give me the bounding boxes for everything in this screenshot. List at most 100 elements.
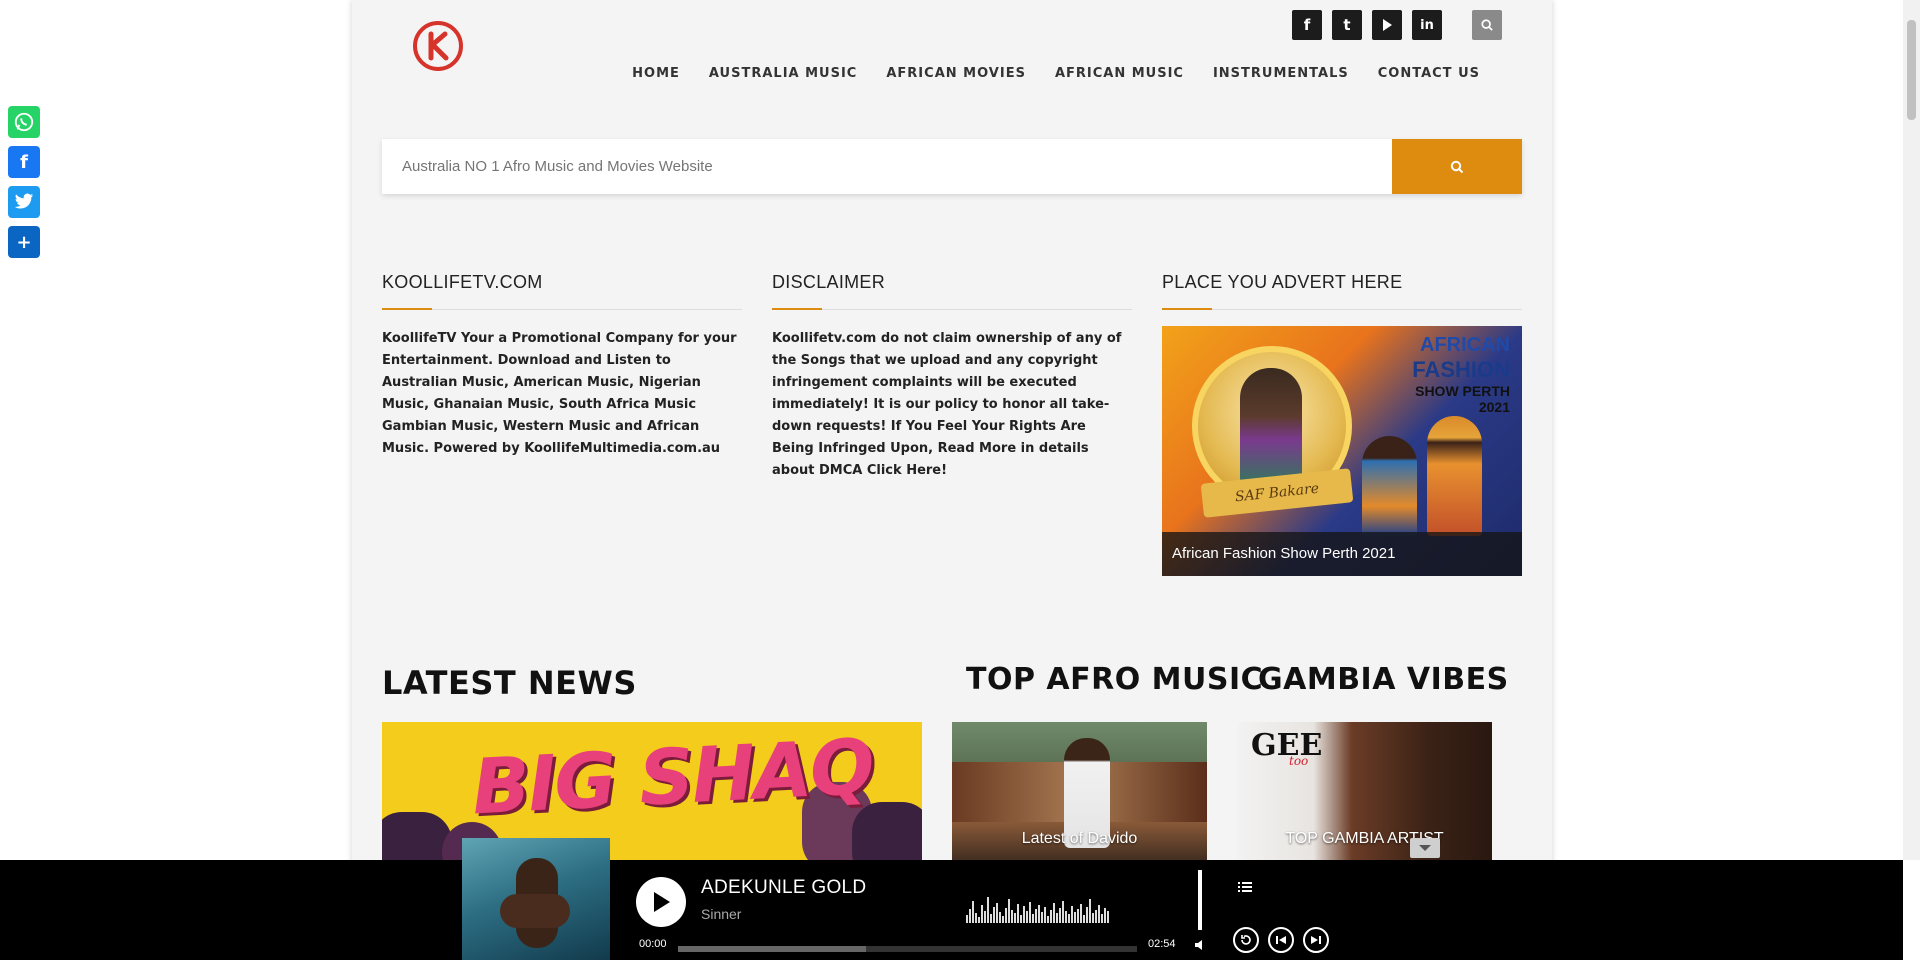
waveform-bar [1026,911,1028,923]
waveform-bar [1101,914,1103,923]
disclaimer-widget-title: DISCLAIMER [772,272,886,292]
waveform-bar [1095,910,1097,923]
next-button[interactable] [1303,927,1329,953]
waveform-bar [1089,899,1091,923]
waveform-bar [1038,905,1040,923]
waveform-bar [1011,910,1013,923]
advert-image[interactable]: SAF Bakare AFRICAN FASHION SHOW PERTH 20… [1162,326,1522,576]
gambia-card-label[interactable]: TOP GAMBIA ARTIST [1237,830,1492,848]
album-cover [462,838,610,960]
header-search-icon[interactable] [1472,10,1502,40]
waveform-bar [990,914,992,923]
ad-title: AFRICAN FASHION SHOW PERTH 2021 [1360,334,1510,415]
nav-contact-us[interactable]: CONTACT US [1378,66,1480,81]
linkedin-icon[interactable]: in [1412,10,1442,40]
page-scrollbar[interactable] [1903,0,1920,860]
advert-caption[interactable]: African Fashion Show Perth 2021 [1162,532,1522,576]
volume-icon[interactable] [1194,939,1206,954]
time-total: 02:54 [1148,938,1176,950]
about-widget-title: KOOLLIFETV.COM [382,272,543,292]
waveform-bar [1005,908,1007,923]
site-search [382,139,1522,194]
nav-australia-music[interactable]: AUSTRALIA MUSIC [709,66,857,81]
nav-instrumentals[interactable]: INSTRUMENTALS [1213,66,1349,81]
nav-african-movies[interactable]: AFRICAN MOVIES [886,66,1026,81]
progress-bar[interactable] [678,946,1137,952]
gee-artwork-text: GEE [1251,728,1323,763]
ad-title-line: SHOW PERTH [1415,383,1510,399]
widget-divider [1162,308,1522,310]
ad-portrait [1240,368,1302,488]
player-collapse-button[interactable] [1410,838,1440,858]
davido-card[interactable]: Latest of Davido [952,722,1207,862]
waveform-bar [969,909,971,923]
site-logo[interactable] [412,20,464,72]
waveform-bar [999,912,1001,923]
ad-models [1362,406,1502,536]
waveform-bar [1020,915,1022,923]
track-title: Sinner [701,906,742,922]
waveform-bar [1092,913,1094,923]
waveform-bar [981,905,983,923]
waveform-bar [1107,911,1109,923]
latest-news-title: LATEST NEWS [382,664,637,702]
youtube-icon[interactable] [1372,10,1402,40]
waveform-bar [966,915,968,923]
waveform-bar [978,917,980,923]
waveform-bar [972,901,974,923]
waveform-bar [1047,916,1049,923]
share-sidebar: f + [8,106,40,258]
search-input[interactable] [382,139,1392,194]
waveform-bar [1032,914,1034,923]
music-player [0,860,1903,960]
waveform-bar [1077,909,1079,923]
widget-divider [772,308,1132,310]
waveform-bar [1014,913,1016,923]
volume-slider[interactable] [1198,870,1202,930]
play-button[interactable] [636,877,686,927]
facebook-share-icon[interactable]: f [8,146,40,178]
main-container: f t in HOME AUSTRALIA MUSIC AFRICAN MOVI… [352,0,1552,960]
previous-icon [1276,936,1286,944]
progress-fill [678,946,867,952]
repeat-button[interactable] [1233,927,1259,953]
waveform-bar [996,903,998,923]
waveform-bar [1008,899,1010,923]
waveform-bar [1053,903,1055,923]
davido-card-label[interactable]: Latest of Davido [952,830,1207,848]
whatsapp-share-icon[interactable] [8,106,40,138]
time-current: 00:00 [639,938,667,950]
advert-widget-title: PLACE YOU ADVERT HERE [1162,272,1403,292]
ad-title-line: AFRICAN [1420,334,1510,356]
scrollbar-thumb[interactable] [1907,20,1916,120]
about-widget: KOOLLIFETV.COM KoollifeTV Your a Promoti… [382,272,742,460]
chevron-down-icon [1419,845,1431,851]
more-share-icon[interactable]: + [8,226,40,258]
waveform-bar [993,907,995,923]
disclaimer-widget-text[interactable]: Koollifetv.com do not claim ownership of… [772,328,1132,482]
gee-artwork-tag: too [1289,754,1309,768]
waveform-bar [1074,912,1076,923]
waveform-bar [1068,914,1070,923]
advert-widget: PLACE YOU ADVERT HERE SAF Bakare AFRICAN… [1162,272,1522,576]
waveform-bar [1044,907,1046,923]
audio-waveform [966,893,1136,923]
gambia-card[interactable]: GEE too TOP GAMBIA ARTIST [1237,722,1492,862]
social-links: f t in [1292,10,1502,40]
search-button[interactable] [1392,139,1522,194]
waveform-bar [1059,908,1061,923]
playlist-icon[interactable] [1238,878,1252,897]
waveform-bar [1104,908,1106,923]
waveform-bar [1050,910,1052,923]
nav-african-music[interactable]: AFRICAN MUSIC [1055,66,1184,81]
repeat-icon [1241,935,1251,945]
disclaimer-widget: DISCLAIMER Koollifetv.com do not claim o… [772,272,1132,482]
widget-divider [382,308,742,310]
waveform-bar [975,913,977,923]
nav-home[interactable]: HOME [632,66,680,81]
twitter-share-icon[interactable] [8,186,40,218]
waveform-bar [1035,909,1037,923]
previous-button[interactable] [1268,927,1294,953]
tumblr-icon[interactable]: t [1332,10,1362,40]
facebook-icon[interactable]: f [1292,10,1322,40]
